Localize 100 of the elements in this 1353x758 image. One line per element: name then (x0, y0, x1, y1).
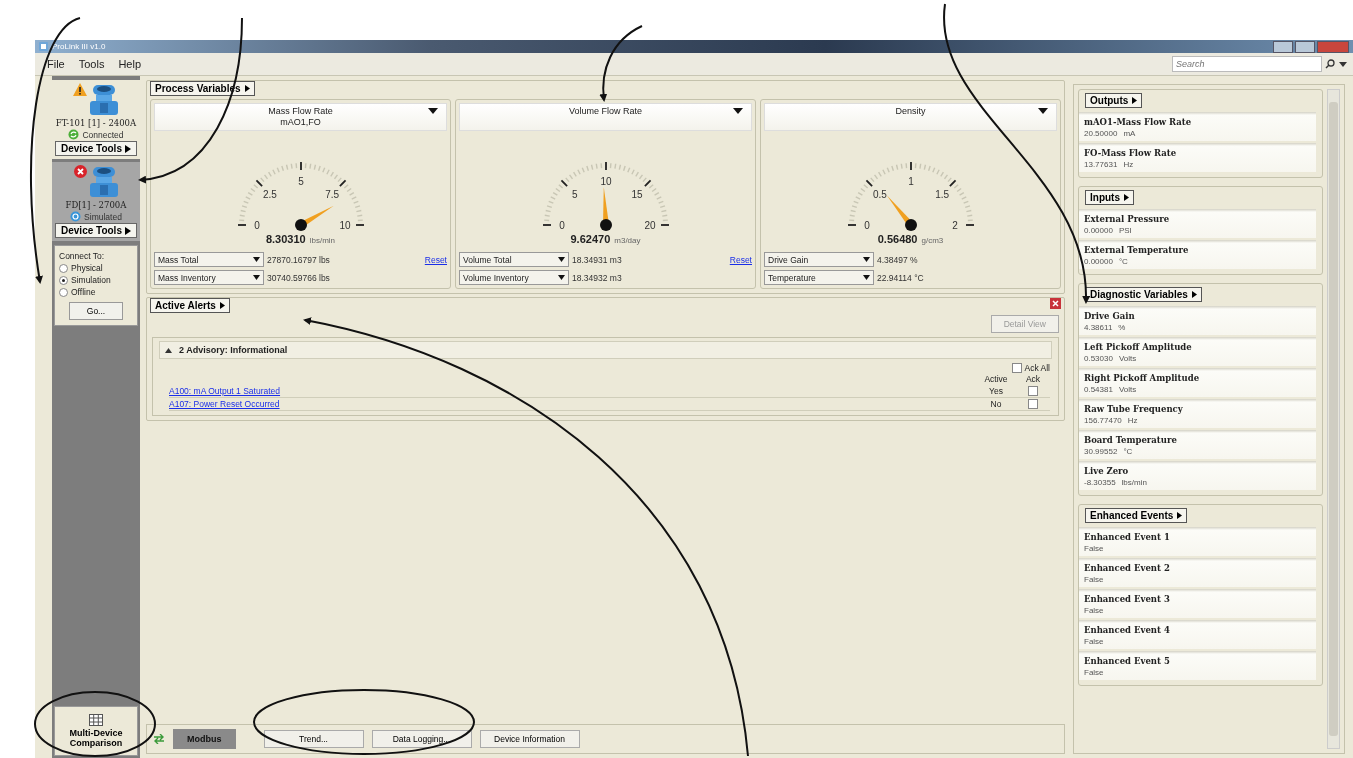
section-header-button[interactable]: Inputs (1085, 190, 1134, 205)
total-dropdown[interactable]: Temperature (764, 270, 874, 285)
gauge-tick-label: 2 (951, 220, 958, 231)
section-header-button[interactable]: Enhanced Events (1085, 508, 1188, 523)
gauge-tick-label: 10 (599, 176, 612, 187)
total-dropdown[interactable]: Volume Total (459, 252, 569, 267)
simulated-icon (70, 211, 82, 222)
variable-dropdown[interactable]: Volume Flow Rate (459, 103, 752, 131)
radio-button[interactable] (59, 275, 68, 285)
device-name: FT-101 [1] - 2400A (55, 118, 137, 128)
exchange-icon (153, 734, 165, 744)
menu-item[interactable]: Tools (78, 58, 105, 70)
error-icon (73, 165, 87, 178)
alert-link[interactable]: A100: mA Output 1 Saturated (169, 386, 281, 396)
minimize-button[interactable] (1273, 40, 1293, 53)
dropdown-icon[interactable] (1339, 60, 1347, 68)
caret-icon (124, 226, 131, 235)
variable-name: Raw Tube Frequency (1084, 404, 1184, 414)
gauge-tick-label: 10 (338, 220, 351, 231)
toolbar-button[interactable]: Trend... (263, 730, 364, 748)
variable-name: External Temperature (1084, 245, 1190, 255)
variable-name: Right Pickoff Amplitude (1084, 373, 1201, 383)
variable-name: Enhanced Event 3 (1084, 594, 1171, 604)
variable-value: False (1084, 575, 1104, 584)
connect-label: Connect To: (59, 251, 106, 261)
variable-name: Left Pickoff Amplitude (1084, 342, 1193, 352)
total-dropdown[interactable]: Mass Total (154, 252, 264, 267)
variable-name: mAO1-Mass Flow Rate (1084, 117, 1193, 127)
total-value: 22.94114 °C (877, 272, 924, 283)
close-button[interactable] (1317, 40, 1349, 53)
gauge-unit: m3/day (614, 236, 641, 245)
checkbox[interactable] (1012, 363, 1023, 373)
radio-button[interactable] (59, 263, 68, 273)
device-card[interactable]: FT-101 [1] - 2400A Connected Device Tools (52, 80, 140, 159)
device-tools-button[interactable]: Device Tools (55, 223, 137, 238)
section-header-button[interactable]: Active Alerts (150, 298, 230, 313)
variable-value: 30.99552 (1084, 447, 1118, 456)
gauge-tick-label: 0.5 (872, 188, 887, 200)
toolbar-button[interactable]: Data Logging... (371, 730, 472, 748)
alert-group-header[interactable]: 2 Advisory: Informational (159, 341, 1052, 359)
gauge-tick-label: 0 (863, 220, 870, 231)
variable-dropdown[interactable]: Mass Flow Rate mAO1,FO (154, 103, 447, 131)
caret-icon (124, 144, 131, 153)
radio-label: Simulation (71, 275, 111, 285)
alert-link[interactable]: A107: Power Reset Occurred (169, 399, 280, 409)
variable-name: Enhanced Event 1 (1084, 532, 1171, 542)
gauge-value: 8.30310 (265, 233, 306, 245)
search-field[interactable]: Search (1172, 56, 1322, 72)
menu-item[interactable]: File (47, 58, 65, 70)
section-header-button[interactable]: Outputs (1085, 93, 1143, 108)
section-header-button[interactable]: Diagnostic Variables (1085, 287, 1202, 302)
checkbox[interactable] (1028, 386, 1038, 396)
caret-icon (1191, 291, 1197, 298)
caret-icon (244, 85, 250, 92)
dropdown-icon (1038, 108, 1048, 114)
dropdown-icon (558, 275, 565, 280)
toolbar-button[interactable]: Device Information (479, 730, 580, 748)
multi-device-comparison-button[interactable]: Multi-Device Comparison (54, 706, 138, 756)
total-value: 18.34931 m3 (572, 254, 622, 265)
checkbox[interactable] (1028, 399, 1038, 409)
dropdown-icon (253, 257, 260, 262)
variable-value: False (1084, 606, 1104, 615)
variable-dropdown[interactable]: Density (764, 103, 1057, 131)
variable-value: 0.54381 (1084, 385, 1113, 394)
caret-icon (1177, 512, 1183, 519)
device-card[interactable]: FD[1] - 2700A Simulated Device Tools (52, 162, 140, 241)
menu-item[interactable]: Help (118, 58, 142, 70)
variable-unit: Hz (1123, 160, 1134, 169)
variable-unit: lbs/min (1121, 478, 1147, 487)
radio-button[interactable] (59, 287, 68, 297)
variable-value: 0.00000 (1084, 226, 1113, 235)
variable-value: 156.77470 (1084, 416, 1122, 425)
close-icon[interactable] (1050, 298, 1061, 309)
variable-unit: Hz (1127, 416, 1138, 425)
total-dropdown[interactable]: Volume Inventory (459, 270, 569, 285)
flow-meter-icon (88, 165, 119, 199)
variable-unit: °C (1118, 257, 1128, 266)
device-tools-button[interactable]: Device Tools (55, 141, 137, 156)
total-dropdown[interactable]: Drive Gain (764, 252, 874, 267)
reset-link[interactable]: Reset (729, 254, 752, 265)
variable-name: Live Zero (1084, 466, 1130, 476)
go-button[interactable]: Go... (69, 302, 123, 320)
variable-value: 20.50000 (1084, 129, 1118, 138)
variable-unit: Volts (1118, 354, 1137, 363)
device-name: FD[1] - 2700A (65, 200, 127, 210)
variable-unit: mA (1123, 129, 1136, 138)
radio-label: Offline (71, 287, 96, 297)
variable-value: -8.30355 (1084, 478, 1116, 487)
maximize-button[interactable] (1295, 40, 1315, 53)
protocol-label: Modbus (173, 729, 236, 749)
gauge-tick-label: 1.5 (934, 188, 949, 200)
search-icon (1325, 59, 1335, 69)
column-header: Active (983, 374, 1009, 384)
window-title: ProLink III v1.0 (52, 42, 106, 51)
total-dropdown[interactable]: Mass Inventory (154, 270, 264, 285)
grid-icon (89, 714, 103, 726)
column-header: Ack (1024, 374, 1042, 384)
gauge-tick-label: 0 (253, 220, 260, 231)
reset-link[interactable]: Reset (424, 254, 447, 265)
scrollbar[interactable] (1327, 89, 1340, 749)
